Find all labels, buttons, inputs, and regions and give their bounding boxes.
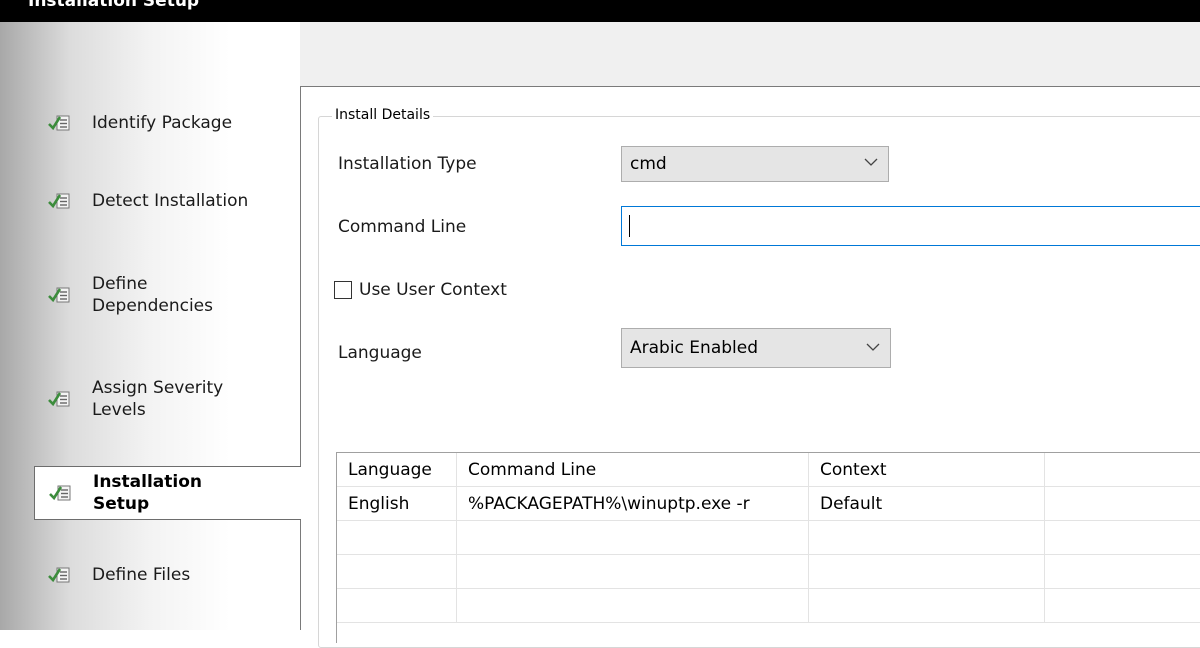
- installation-type-value: cmd: [630, 154, 667, 174]
- sidebar-item-label-line2: Levels: [92, 400, 146, 420]
- sidebar-item-identify-package[interactable]: Identify Package: [34, 88, 302, 158]
- use-user-context-checkbox[interactable]: [334, 281, 352, 299]
- table-cell[interactable]: [809, 555, 1045, 589]
- sidebar-item-label-line1: Assign Severity: [92, 378, 224, 398]
- column-header-command-line[interactable]: Command Line: [457, 453, 809, 487]
- header-area: [300, 22, 1200, 86]
- table-cell[interactable]: [809, 521, 1045, 555]
- command-line-input[interactable]: [621, 206, 1200, 246]
- table-cell[interactable]: [809, 589, 1045, 623]
- column-header-blank: [1045, 453, 1200, 487]
- sidebar-item-installation-setup[interactable]: Installation Setup: [34, 466, 301, 520]
- table-cell[interactable]: English: [337, 487, 457, 521]
- sidebar-item-label-line2: Dependencies: [92, 296, 213, 316]
- use-user-context-label[interactable]: Use User Context: [359, 280, 507, 300]
- window-title: Installation Setup: [28, 0, 200, 11]
- sidebar-item-define-files[interactable]: Define Files: [34, 540, 302, 610]
- table-cell[interactable]: [337, 555, 457, 589]
- table-cell[interactable]: [457, 589, 809, 623]
- install-details-title: Install Details: [332, 107, 434, 123]
- checklist-icon: [48, 193, 70, 209]
- sidebar-item-label-line1: Define: [92, 274, 148, 294]
- sidebar-item-label: Identify Package: [92, 113, 233, 133]
- table-cell[interactable]: %PACKAGEPATH%\winuptp.exe -r: [457, 487, 809, 521]
- table-cell[interactable]: [1045, 555, 1200, 589]
- language-label: Language: [338, 343, 422, 363]
- checklist-icon: [48, 115, 70, 131]
- column-header-language[interactable]: Language: [337, 453, 457, 487]
- table-cell[interactable]: [337, 521, 457, 555]
- language-value: Arabic Enabled: [630, 338, 758, 358]
- checklist-icon: [48, 287, 70, 303]
- table-cell[interactable]: [1045, 589, 1200, 623]
- table-cell[interactable]: [1045, 521, 1200, 555]
- table-cell[interactable]: [457, 521, 809, 555]
- chevron-down-icon: [866, 343, 880, 351]
- installation-type-dropdown[interactable]: cmd: [621, 146, 889, 182]
- command-table[interactable]: Language Command Line Context English %P…: [336, 452, 1200, 643]
- chevron-down-icon: [864, 158, 878, 166]
- column-header-context[interactable]: Context: [809, 453, 1045, 487]
- sidebar-item-detect-installation[interactable]: Detect Installation: [34, 166, 302, 236]
- title-bar: Installation Setup: [0, 0, 1200, 22]
- sidebar-item-label: Define Files: [92, 565, 191, 585]
- table-cell[interactable]: Default: [809, 487, 1045, 521]
- language-dropdown[interactable]: Arabic Enabled: [621, 328, 891, 368]
- table-cell[interactable]: [337, 589, 457, 623]
- text-caret: [629, 215, 630, 237]
- table-cell[interactable]: [457, 555, 809, 589]
- checklist-icon: [48, 391, 70, 407]
- checklist-icon: [49, 485, 71, 501]
- installation-type-label: Installation Type: [338, 154, 477, 174]
- table-cell[interactable]: [1045, 487, 1200, 521]
- checklist-icon: [48, 567, 70, 583]
- sidebar-item-label: Detect Installation: [92, 191, 249, 211]
- sidebar-item-assign-severity-levels[interactable]: Assign Severity Levels: [34, 364, 302, 434]
- sidebar-item-label-line2: Setup: [93, 494, 150, 514]
- sidebar-item-label-line1: Installation: [93, 472, 203, 492]
- command-line-label: Command Line: [338, 217, 467, 237]
- sidebar-item-define-dependencies[interactable]: Define Dependencies: [34, 260, 302, 330]
